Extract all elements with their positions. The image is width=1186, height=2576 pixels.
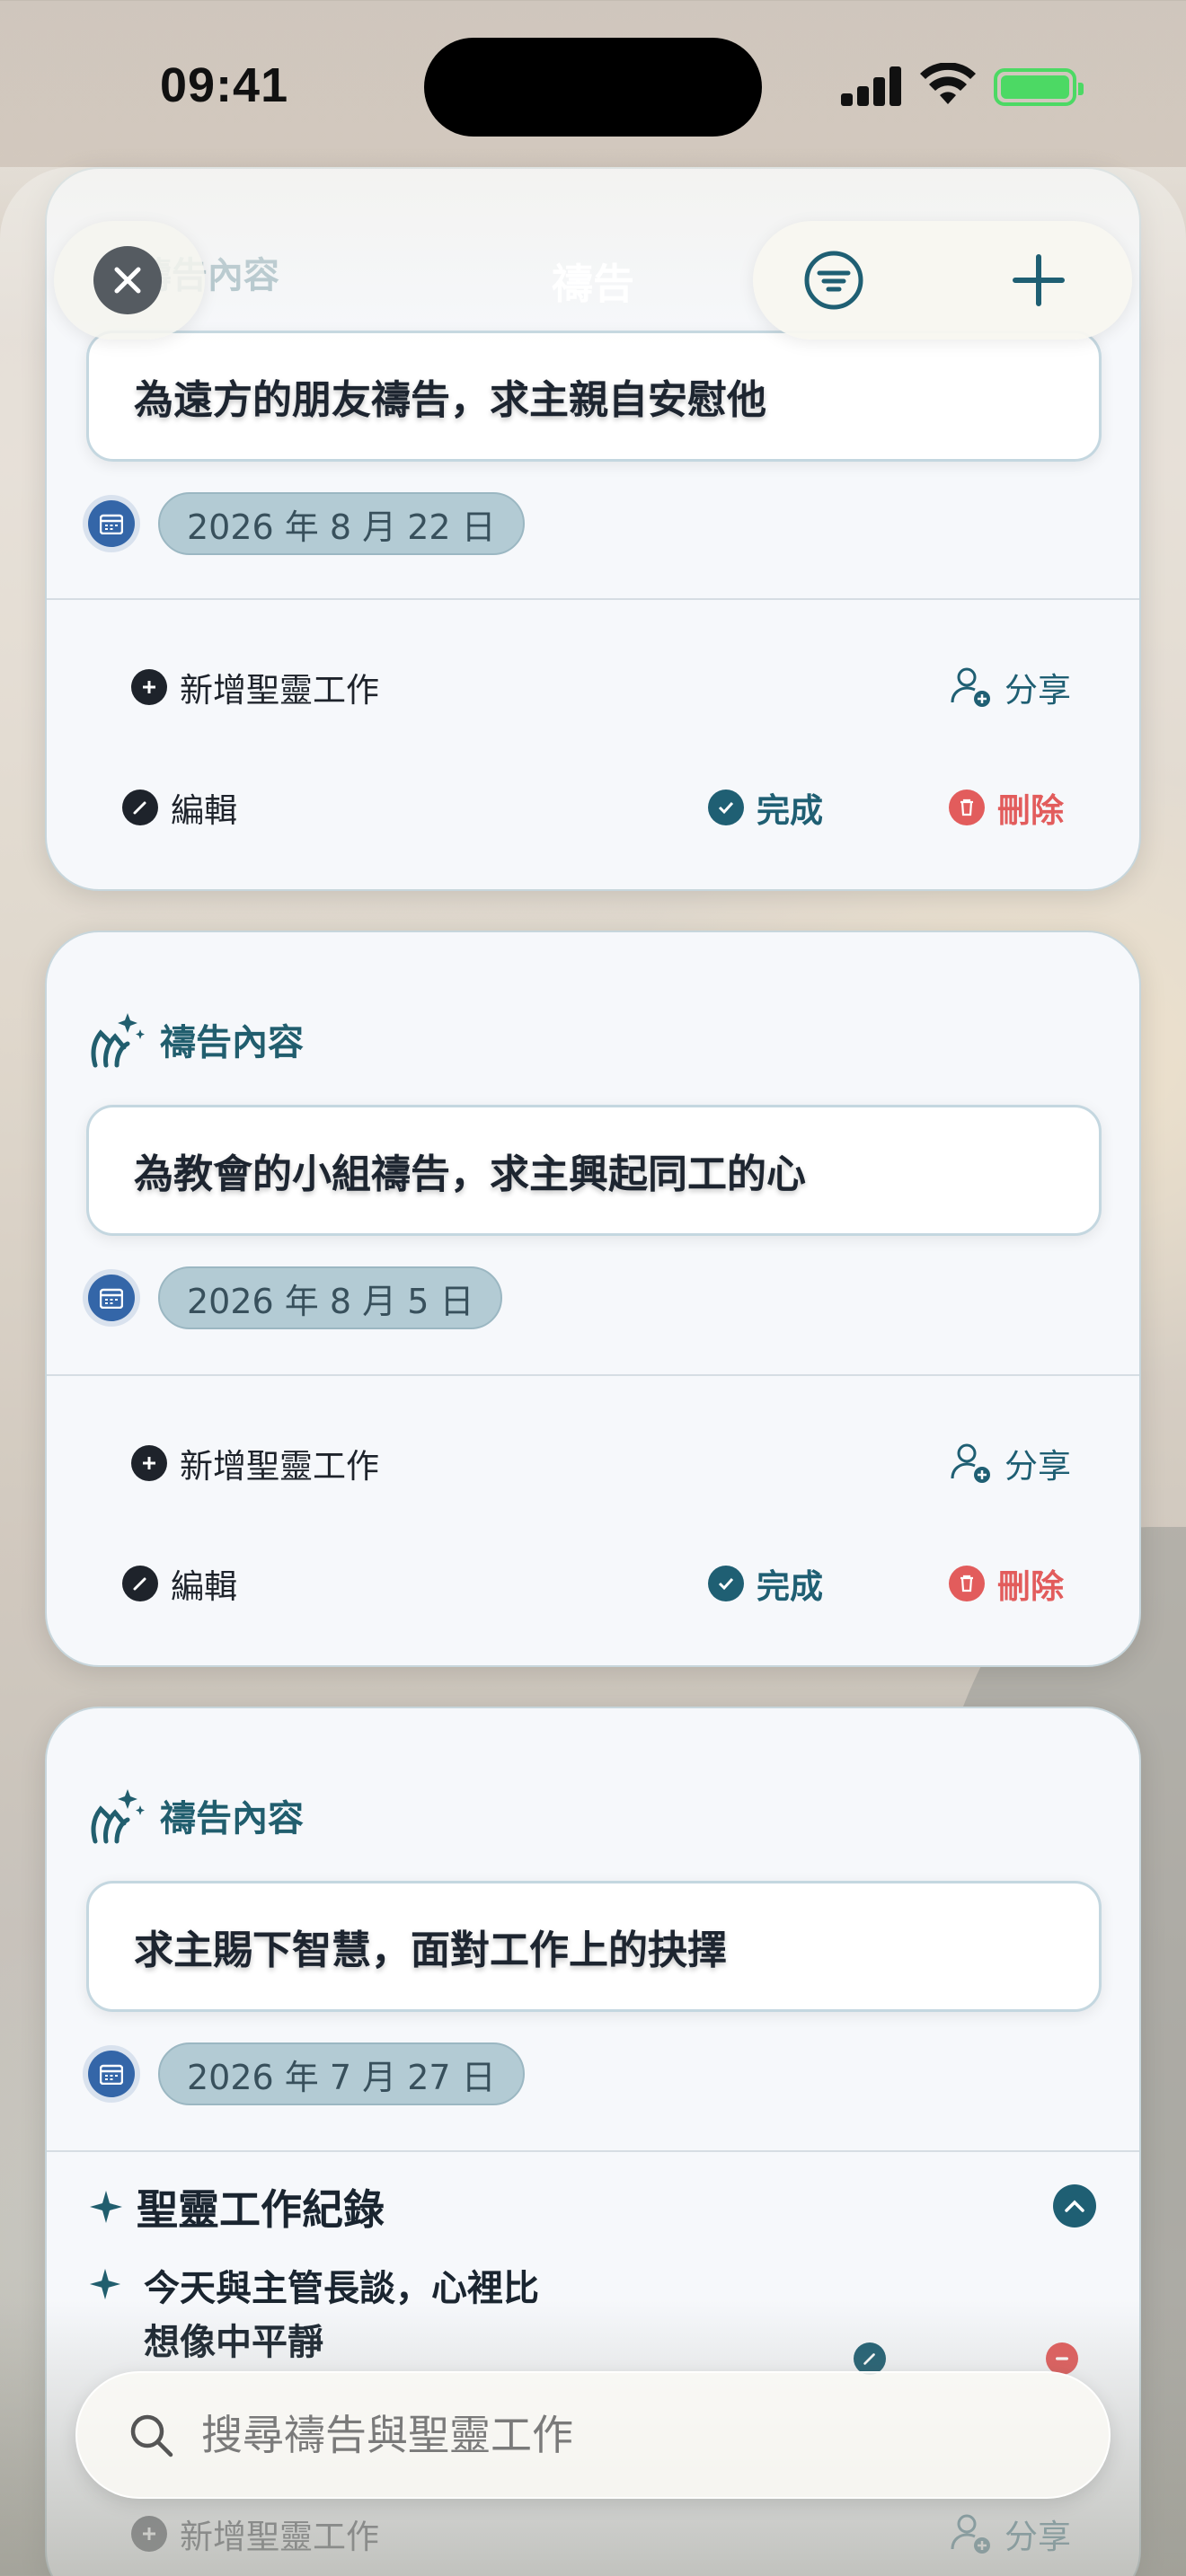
calendar-icon	[88, 1275, 135, 1321]
prayer-content: 為教會的小組禱告，求主興起同工的心	[134, 1151, 806, 1197]
add-spirit-work-label: 新增聖靈工作	[180, 671, 379, 710]
prayer-content-box: 為教會的小組禱告，求主興起同工的心	[86, 1105, 1102, 1236]
delete-label: 刪除	[997, 791, 1064, 830]
prayer-hands-icon	[91, 1789, 145, 1844]
collapse-button[interactable]	[1053, 2184, 1096, 2228]
delete-button[interactable]: 刪除	[949, 783, 1064, 832]
spirit-entry: 今天與主管長談，心裡比 想像中平靜	[88, 2262, 1103, 2378]
card-header: 禱告內容	[88, 1008, 304, 1071]
prayer-content: 求主賜下智慧，面對工作上的抉擇	[134, 1928, 727, 1973]
share-label: 分享	[1005, 2518, 1071, 2556]
status-bar: 09:41	[0, 0, 1186, 167]
edit-button[interactable]: 編輯	[122, 783, 237, 832]
checkmark-icon	[708, 1566, 744, 1601]
prayer-content: 為遠方的朋友禱告，求主親自安慰他	[134, 377, 766, 423]
divider	[47, 2150, 1139, 2152]
plus-circle-icon	[131, 1445, 167, 1481]
share-label: 分享	[1005, 671, 1071, 710]
spirit-section-title: 聖靈工作紀錄	[137, 2185, 385, 2234]
minus-icon	[1056, 2357, 1068, 2360]
spirit-section-header: 聖靈工作紀錄	[88, 2177, 385, 2236]
pencil-icon	[122, 1566, 158, 1601]
spirit-entry-text-line2: 想像中平靜	[144, 2322, 323, 2363]
date-chip: 2026 年 8 月 22 日	[158, 492, 525, 555]
add-prayer-button[interactable]	[1006, 248, 1071, 313]
edit-label: 編輯	[171, 791, 237, 830]
dynamic-island	[424, 38, 762, 137]
calendar-icon	[88, 500, 135, 547]
person-add-icon	[951, 667, 990, 707]
pencil-icon	[863, 2353, 875, 2365]
trash-icon	[949, 1566, 985, 1601]
date-row: 2026 年 8 月 5 日	[88, 1266, 503, 1329]
status-time: 09:41	[160, 58, 289, 112]
prayer-hands-icon	[91, 1013, 145, 1068]
sparkle-icon	[90, 2191, 122, 2223]
calendar-icon	[88, 2051, 135, 2097]
date-row: 2026 年 8 月 22 日	[88, 492, 525, 555]
person-add-icon	[951, 2514, 990, 2554]
close-button[interactable]	[93, 246, 162, 314]
action-pill	[753, 221, 1132, 340]
cellular-signal-icon	[841, 66, 902, 106]
complete-label: 完成	[757, 1567, 823, 1606]
sparkle-icon	[89, 2268, 121, 2300]
spirit-entry-edit-button[interactable]	[854, 2342, 886, 2375]
divider	[47, 598, 1139, 600]
section-label: 禱告內容	[160, 1798, 304, 1839]
date-chip: 2026 年 7 月 27 日	[158, 2042, 525, 2105]
pencil-icon	[122, 790, 158, 825]
share-label: 分享	[1005, 1447, 1071, 1486]
add-spirit-work-label: 新增聖靈工作	[180, 1447, 379, 1486]
divider	[47, 1374, 1139, 1376]
date-row: 2026 年 7 月 27 日	[88, 2042, 525, 2105]
edit-label: 編輯	[171, 1567, 237, 1606]
chevron-up-icon	[1065, 2200, 1084, 2212]
add-spirit-work-button[interactable]: 新增聖靈工作	[131, 663, 379, 711]
prayer-card: 禱告內容 為教會的小組禱告，求主興起同工的心 2026 年 8 月 5 日 新增…	[45, 931, 1141, 1667]
prayer-content-box: 為遠方的朋友禱告，求主親自安慰他	[86, 331, 1102, 462]
checkmark-icon	[708, 790, 744, 825]
add-spirit-work-button[interactable]: 新增聖靈工作	[131, 1439, 379, 1487]
delete-button[interactable]: 刪除	[949, 1559, 1064, 1608]
share-button[interactable]: 分享	[951, 2510, 1071, 2558]
battery-icon	[994, 68, 1084, 106]
plus-circle-icon	[131, 669, 167, 705]
wifi-icon	[920, 63, 976, 104]
complete-button[interactable]: 完成	[708, 783, 823, 832]
card-header: 禱告內容	[88, 1784, 304, 1847]
spirit-entry-text-line1: 今天與主管長談，心裡比	[144, 2268, 539, 2309]
filter-button[interactable]	[801, 248, 866, 313]
search-icon	[130, 2414, 173, 2457]
edit-button[interactable]: 編輯	[122, 1559, 237, 1608]
complete-label: 完成	[757, 791, 823, 830]
search-bar[interactable]	[75, 2371, 1111, 2499]
page-title: 禱告	[552, 260, 634, 308]
share-button[interactable]: 分享	[951, 663, 1071, 711]
spirit-entry-delete-button[interactable]	[1046, 2342, 1078, 2375]
add-spirit-work-label: 新增聖靈工作	[180, 2518, 379, 2556]
plus-circle-icon	[131, 2516, 167, 2552]
delete-label: 刪除	[997, 1567, 1064, 1606]
close-pill	[54, 221, 205, 340]
prayer-content-box: 求主賜下智慧，面對工作上的抉擇	[86, 1881, 1102, 2012]
section-label: 禱告內容	[160, 1022, 304, 1063]
complete-button[interactable]: 完成	[708, 1559, 823, 1608]
close-icon	[114, 267, 141, 294]
person-add-icon	[951, 1443, 990, 1483]
share-button[interactable]: 分享	[951, 1439, 1071, 1487]
add-spirit-work-button[interactable]: 新增聖靈工作	[131, 2510, 379, 2558]
date-chip: 2026 年 8 月 5 日	[158, 1266, 503, 1329]
trash-icon	[949, 790, 985, 825]
search-input[interactable]	[201, 2411, 1010, 2459]
